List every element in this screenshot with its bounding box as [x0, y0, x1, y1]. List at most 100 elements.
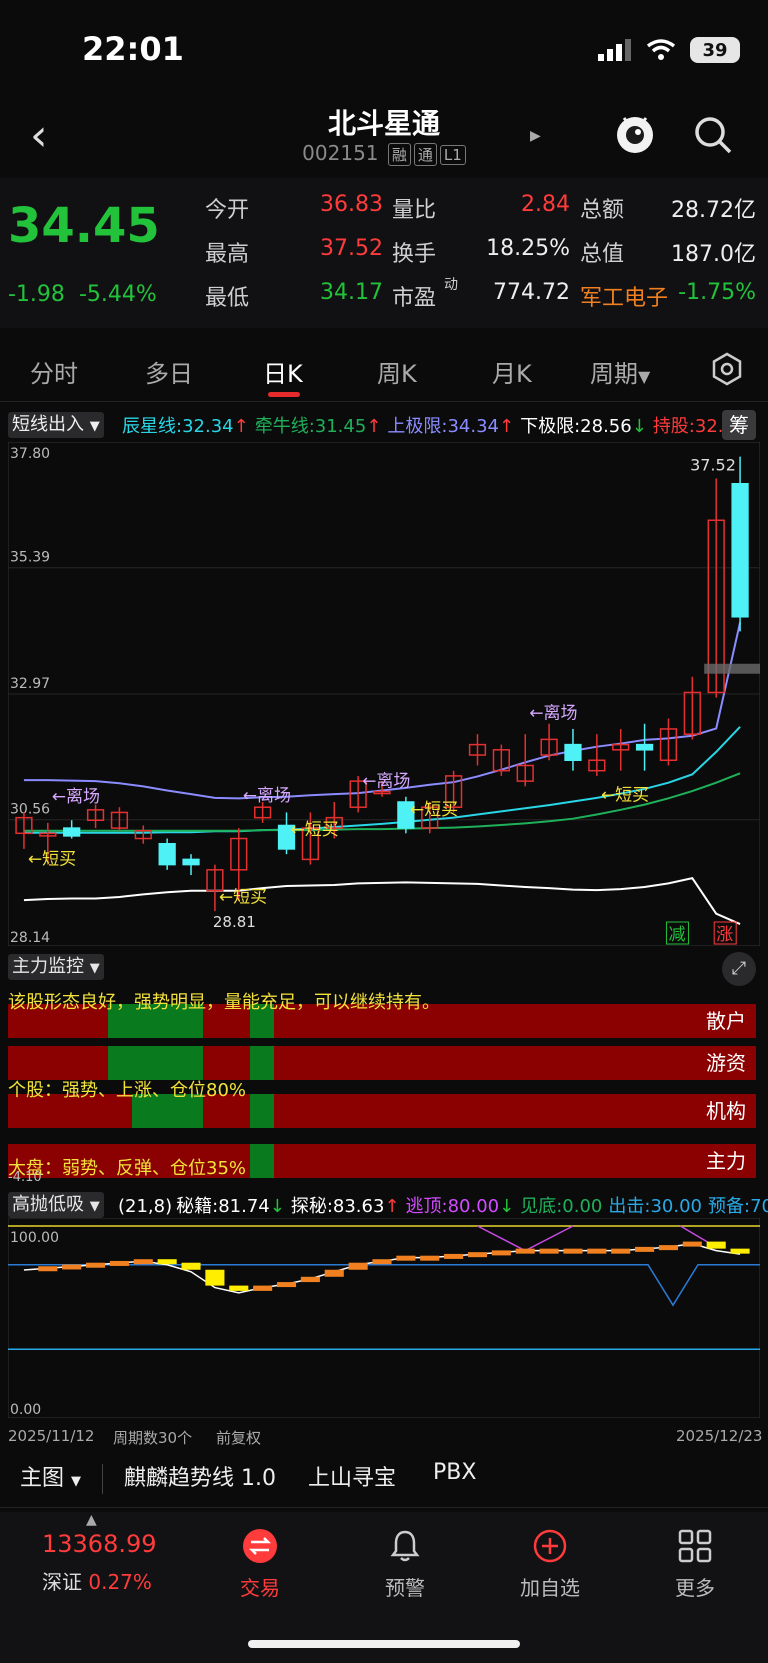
indicator-qilin[interactable]: 麒麟趋势线 1.0	[124, 1460, 276, 1492]
osc-bar	[348, 1262, 368, 1270]
osc-bar	[253, 1285, 273, 1291]
marker-label: 减	[668, 925, 685, 945]
grid-icon	[678, 1529, 712, 1563]
chip-button[interactable]: 筹	[722, 410, 756, 440]
monitor-select[interactable]: 主力监控 ▼	[8, 954, 104, 980]
osc-bar	[157, 1259, 177, 1265]
osc-bottom-label: 0.00	[10, 1402, 41, 1418]
osc-bar	[444, 1253, 464, 1259]
band-hot-money-label: 游资	[706, 1051, 746, 1075]
tab-multi-day[interactable]: 多日	[145, 354, 193, 389]
last-price: 34.45	[8, 198, 160, 254]
osc-bar	[229, 1285, 249, 1291]
osc-bar	[563, 1248, 583, 1254]
active-tab-indicator	[268, 392, 300, 397]
candle-body	[731, 482, 749, 618]
main-indicator-name: 短线出入	[12, 414, 84, 435]
adjust-mode: 前复权	[216, 1429, 262, 1447]
osc-bar	[706, 1241, 726, 1249]
indicator-treasure[interactable]: 上山寻宝	[308, 1460, 396, 1492]
index-line[interactable]: 深证 0.27%	[42, 1566, 152, 1595]
band-institution-label: 机构	[706, 1099, 746, 1123]
tag-margin: 融	[387, 143, 411, 166]
bell-icon	[390, 1530, 420, 1562]
tab-weekly-k[interactable]: 周K	[377, 354, 417, 389]
quote-label: 最高	[205, 242, 250, 267]
indicator-value: 探秘:83.63	[290, 1196, 385, 1217]
monitor-axis-low: -4.10	[8, 1170, 42, 1185]
expand-icon[interactable]: ⤢	[722, 952, 756, 986]
tab-more[interactable]: 更多	[630, 1524, 760, 1601]
cost-band	[704, 663, 760, 674]
quote-label: 最低	[205, 286, 250, 311]
monitor-note-stock: 个股：强势、上涨、仓位80%	[8, 1080, 247, 1101]
oscillator-chart[interactable]: 100.00 0.00	[8, 1218, 760, 1418]
indicator-value: 牵牛线:31.45	[254, 416, 367, 437]
caret-down-icon: ▼	[71, 1474, 82, 1489]
stock-code: 002151	[302, 141, 379, 165]
osc-bar	[658, 1245, 678, 1251]
search-icon[interactable]	[692, 114, 734, 156]
osc-bar	[467, 1252, 488, 1258]
osc-secret-line	[23, 1242, 741, 1294]
quote-label: 量比	[392, 198, 437, 223]
signal-label: ←短买	[410, 800, 458, 820]
y-tick-label: 37.80	[10, 446, 50, 462]
hexagon-gear-icon[interactable]	[710, 352, 744, 386]
quote-label: 换手	[392, 242, 437, 267]
main-indicator-select[interactable]: 短线出入 ▼	[8, 412, 104, 438]
osc-bar	[491, 1250, 511, 1256]
osc-bar	[611, 1248, 631, 1254]
oscillator-select[interactable]: 高抛低吸 ▼	[8, 1192, 104, 1218]
band-main-force-label: 主力	[706, 1149, 746, 1173]
band-green-segment	[250, 1144, 274, 1178]
tab-monthly-k[interactable]: 月K	[492, 354, 532, 389]
signal-label: ←离场	[362, 771, 410, 791]
tab-add-watch[interactable]: 加自选	[485, 1524, 615, 1601]
high-price-label: 37.52	[690, 456, 736, 475]
candlestick-chart[interactable]: 37.8035.3932.9730.5628.1437.5228.81←离场←短…	[8, 442, 760, 946]
main-indicator-values: 辰星线:32.34↑ 牵牛线:31.45↑ 上极限:34.34↑ 下极限:28.56↓…	[122, 412, 741, 440]
indicator-arrow: ↓	[269, 1196, 285, 1217]
candle-body	[182, 858, 200, 866]
indicator-arrow: ↑	[384, 1196, 400, 1217]
monitor-name: 主力监控	[12, 956, 84, 977]
tab-intraday[interactable]: 分时	[30, 354, 78, 389]
indicator-arrow: ↓	[631, 416, 647, 437]
osc-bar	[420, 1255, 440, 1261]
index-value[interactable]: 13368.99	[42, 1530, 157, 1558]
osc-bar	[635, 1246, 655, 1252]
home-indicator[interactable]	[248, 1640, 520, 1648]
osc-bar	[133, 1259, 153, 1265]
quote-label: 今开	[205, 198, 250, 223]
mascot-icon[interactable]	[612, 110, 658, 156]
tab-trade[interactable]: 交易	[195, 1524, 325, 1601]
quote-value: 34.17	[320, 280, 383, 305]
tab-alert[interactable]: 预警	[340, 1524, 470, 1601]
indicator-arrow: ↓	[499, 1196, 515, 1217]
indicator-value: 辰星线:32.34	[122, 416, 234, 437]
change-pct: -5.44%	[78, 282, 157, 307]
quote-label: 总值	[580, 242, 625, 267]
tab-daily-k[interactable]: 日K	[263, 354, 303, 389]
tag-connect: 通	[413, 143, 437, 166]
quote-label: 市盈	[392, 286, 437, 311]
osc-bar	[587, 1248, 607, 1254]
index-name: 深证	[42, 1570, 82, 1594]
indicator-value: 逃顶:80.00	[405, 1196, 500, 1217]
caret-down-icon: ▼	[89, 961, 100, 976]
signal-label: ←短买	[219, 888, 267, 908]
quote-label: 军工电子	[580, 286, 669, 311]
candle-body	[158, 842, 176, 866]
date-start: 2025/11/12	[8, 1427, 95, 1445]
next-stock-arrow-icon[interactable]: ▶	[530, 128, 541, 144]
osc-blue-line	[8, 1263, 760, 1307]
main-chart-select[interactable]: 主图 ▼	[20, 1460, 81, 1492]
indicator-value: 出击:30.00	[608, 1196, 702, 1217]
indicator-value: 下极限:28.56	[520, 416, 632, 437]
tab-period[interactable]: 周期▼	[590, 354, 650, 389]
indicator-pbx[interactable]: PBX	[433, 1460, 476, 1485]
osc-bar	[62, 1264, 82, 1270]
exchange-icon	[243, 1529, 277, 1563]
status-time: 22:01	[82, 30, 184, 68]
